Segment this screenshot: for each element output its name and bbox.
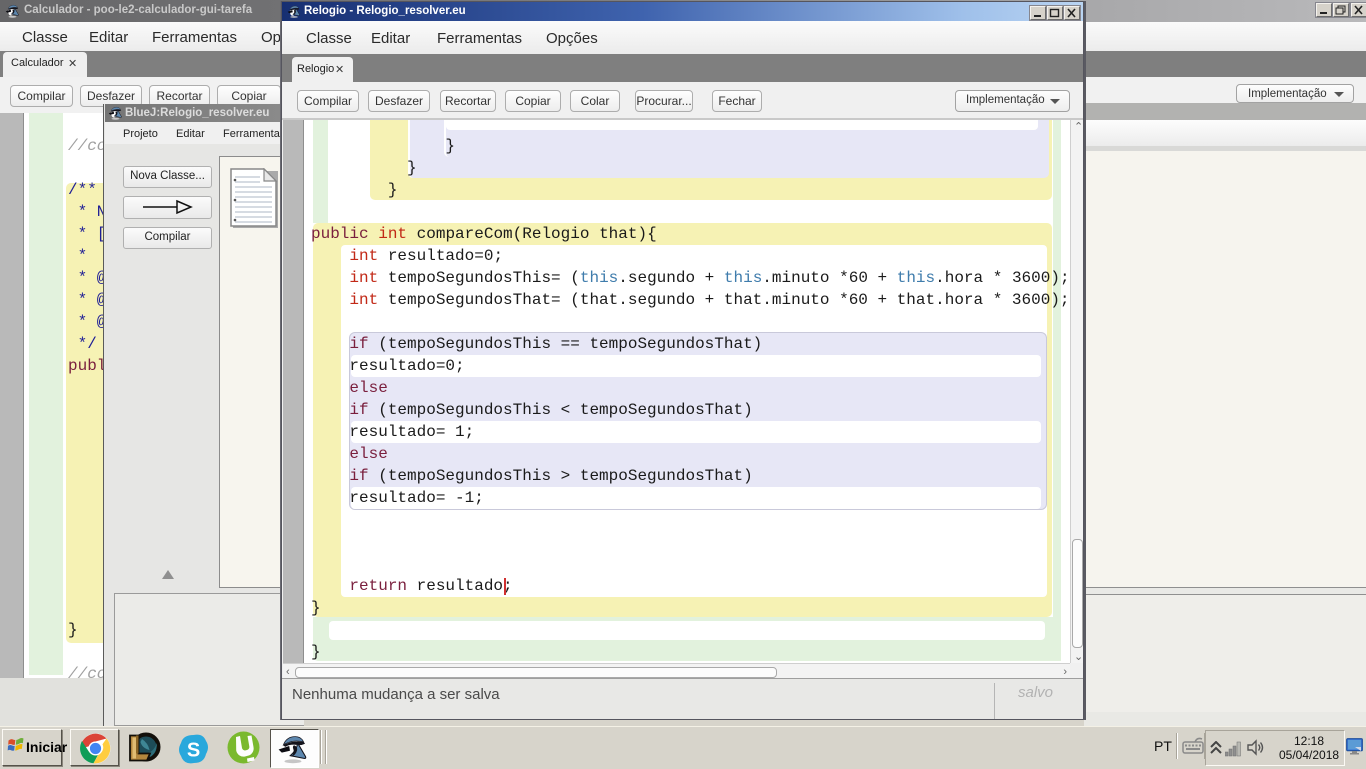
svg-text:S: S — [187, 740, 200, 762]
